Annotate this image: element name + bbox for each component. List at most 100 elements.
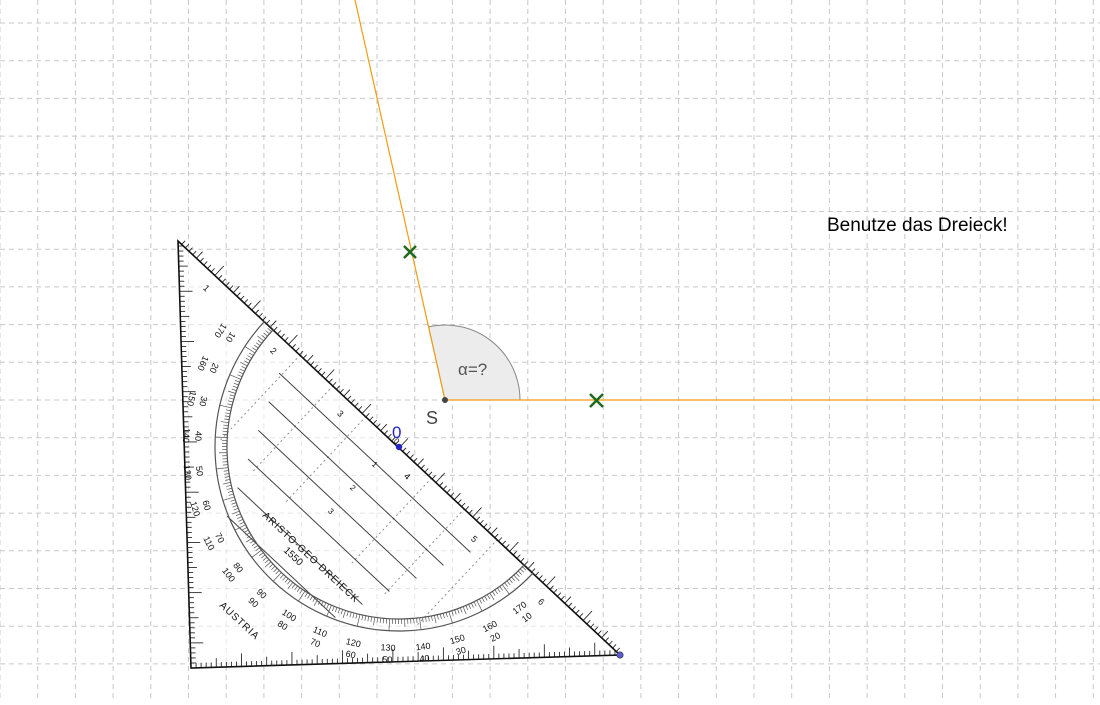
ruler-tick — [495, 534, 498, 538]
ruler-tick — [436, 473, 445, 482]
angle-label: α=? — [458, 360, 487, 379]
ruler-tick — [207, 265, 210, 269]
ruler-tick — [554, 589, 557, 593]
ruler-tick — [602, 631, 608, 638]
ruler-tick — [498, 538, 501, 542]
ruler-tick — [362, 404, 371, 413]
ruler-tick — [598, 631, 601, 635]
ruler-tick — [484, 524, 487, 528]
degree-number-inner: 140 — [181, 428, 192, 444]
ruler-tick — [517, 555, 520, 559]
ruler-tick — [403, 448, 406, 452]
degree-number-inner: 130 — [182, 464, 194, 480]
ruler-tick — [421, 465, 424, 469]
ruler-tick — [241, 296, 244, 300]
ruler-tick — [443, 486, 446, 490]
ruler-tick — [296, 348, 299, 352]
ruler-tick — [462, 503, 465, 507]
ruler-tick — [263, 317, 266, 321]
set-square-zero-point[interactable] — [396, 444, 402, 450]
ruler-tick — [252, 301, 261, 310]
ruler-tick — [513, 551, 516, 555]
ruler-tick — [476, 517, 479, 521]
ruler-tick — [572, 607, 575, 611]
ruler-tick — [193, 251, 196, 255]
geometry-canvas[interactable]: S α=? 1234561701601501401301201101009080… — [0, 0, 1100, 700]
ruler-tick — [370, 417, 373, 421]
set-square-zero-label: 0 — [392, 423, 401, 442]
ruler-tick — [384, 431, 387, 435]
ruler-tick — [388, 434, 391, 438]
ruler-tick — [314, 365, 317, 369]
ruler-tick — [358, 406, 361, 410]
ruler-tick — [270, 321, 276, 328]
ruler-tick — [222, 279, 225, 283]
ruler-tick — [259, 313, 262, 317]
ruler-tick — [557, 593, 560, 597]
ruler-tick — [510, 542, 519, 551]
ruler-tick — [539, 575, 542, 579]
ruler-tick — [487, 527, 490, 531]
vertex-point-s[interactable] — [442, 397, 448, 403]
ruler-tick — [277, 331, 280, 335]
ruler-tick — [366, 413, 369, 417]
ruler-tick — [521, 558, 524, 562]
ruler-tick — [447, 489, 450, 493]
ruler-tick — [340, 389, 343, 393]
ruler-tick — [289, 335, 298, 344]
ruler-tick — [196, 252, 202, 259]
ruler-tick — [410, 455, 413, 459]
ruler-tick — [568, 603, 571, 607]
ruler-tick — [465, 506, 468, 510]
ruler-tick — [355, 403, 358, 407]
ruler-tick — [458, 500, 461, 504]
ruler-tick — [616, 648, 619, 652]
ruler-tick — [219, 275, 222, 279]
ruler-tick — [546, 577, 555, 586]
degree-number-inner: 50 — [382, 654, 393, 665]
ruler-tick — [583, 611, 592, 620]
ruler-tick — [318, 368, 321, 372]
instruction-text: Benutze das Dreieck! — [827, 215, 1008, 237]
ruler-tick — [591, 624, 594, 628]
ruler-tick — [182, 241, 185, 245]
degree-number-inner: 40 — [419, 653, 430, 664]
ray-upper[interactable] — [355, 0, 445, 400]
ruler-tick — [440, 482, 443, 486]
ruler-tick — [579, 613, 582, 617]
ruler-tick — [303, 355, 306, 359]
ruler-tick — [230, 286, 233, 290]
ruler-tick — [454, 493, 460, 500]
vertex-label: S — [426, 408, 438, 428]
ruler-tick — [237, 293, 240, 297]
ruler-tick — [491, 528, 497, 535]
ruler-tick — [255, 310, 258, 314]
set-square-body[interactable] — [178, 241, 620, 668]
ruler-tick — [325, 370, 334, 379]
ruler-tick — [609, 641, 612, 645]
set-square[interactable]: 1234561701601501401301201101009080706050… — [178, 241, 623, 668]
ruler-tick — [211, 268, 214, 272]
set-square-corner-handle[interactable] — [617, 652, 623, 658]
ruler-tick — [502, 541, 505, 545]
ruler-tick — [506, 544, 509, 548]
degree-number-outer: 50 — [194, 465, 205, 476]
ruler-tick — [576, 610, 579, 614]
ruler-tick — [528, 562, 534, 569]
ruler-tick — [613, 644, 616, 648]
ruler-tick — [373, 420, 376, 424]
ruler-tick — [347, 396, 350, 400]
ruler-tick — [381, 424, 387, 431]
ruler-tick — [594, 627, 597, 631]
ruler-tick — [561, 596, 564, 600]
ruler-tick — [200, 258, 203, 262]
ruler-tick — [605, 638, 608, 642]
ruler-tick — [344, 390, 350, 397]
degree-number-outer: 130 — [380, 642, 396, 653]
ruler-tick — [244, 299, 247, 303]
ruler-tick — [322, 372, 325, 376]
ruler-tick — [285, 337, 288, 341]
ruler-tick — [274, 327, 277, 331]
ruler-tick — [535, 572, 538, 576]
drawing-board[interactable]: S α=? 1234561701601501401301201101009080… — [0, 0, 1100, 700]
